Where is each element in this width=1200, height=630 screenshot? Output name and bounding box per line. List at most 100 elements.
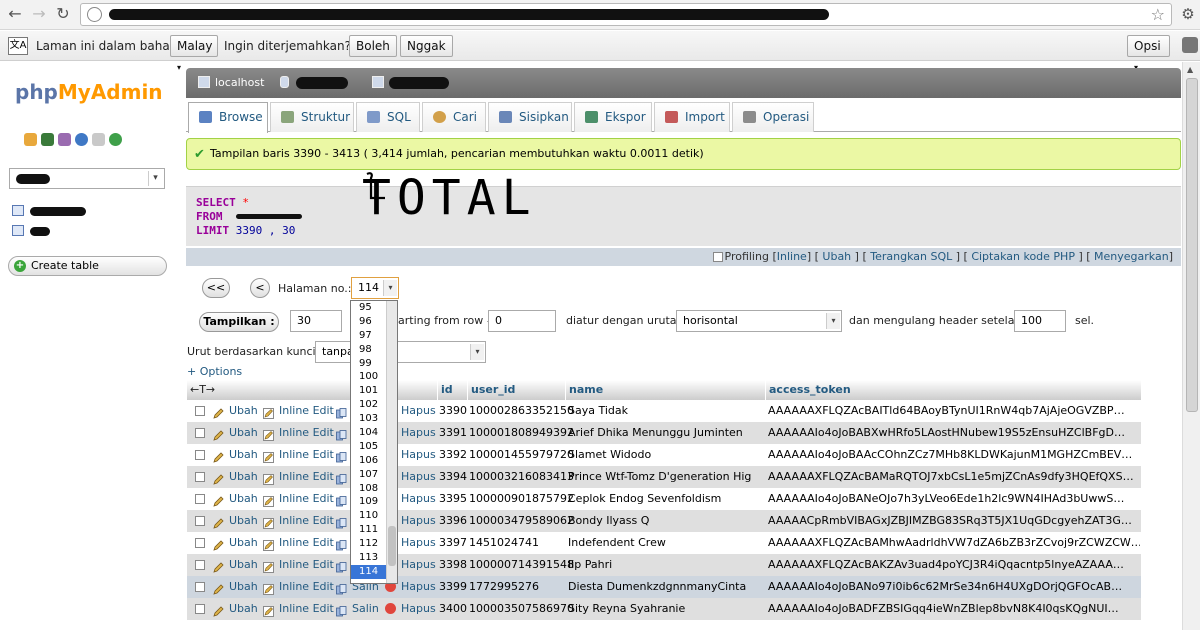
documentation-icon[interactable] [92,133,105,146]
table-row[interactable]: Ubah Inline Edit Salin Hapus 3399 1772995276 D… [187,576,1141,598]
scrollbar-thumb[interactable] [1186,78,1198,412]
reload-nav-icon[interactable] [109,133,122,146]
edit-link[interactable]: Ubah [229,598,258,620]
table-row[interactable]: UbahInline EditSalinHapus33971451024741I… [187,532,1141,554]
tab-import[interactable]: Import [654,102,730,132]
home-icon[interactable] [24,133,37,146]
previous-page-button[interactable]: < [250,278,270,298]
breadcrumb-server[interactable]: localhost [215,76,264,89]
page-number-dropdown[interactable]: 95 96 97 98 99 100 101 102 103 104 105 106 107 108 109… [350,300,398,584]
row-checkbox[interactable] [195,472,205,482]
edit-query-link[interactable]: Ubah [822,250,851,263]
delete-link[interactable]: Hapus [401,532,436,554]
inline-edit-link[interactable]: Inline Edit [279,598,334,620]
row-checkbox[interactable] [195,406,205,416]
redacted-database[interactable] [296,77,348,89]
row-checkbox[interactable] [195,582,205,592]
database-select[interactable]: ▾ [9,168,165,189]
inline-link[interactable]: Inline [777,250,807,263]
create-table-button[interactable]: + Create table [8,256,167,276]
inline-edit-link[interactable]: Inline Edit [279,400,334,422]
tab-cari[interactable]: Cari [422,102,486,132]
explain-sql-link[interactable]: Terangkan SQL [870,250,952,263]
inline-edit-link[interactable]: Inline Edit [279,532,334,554]
options-link[interactable]: + Options [187,365,242,378]
close-icon[interactable] [1182,37,1198,53]
table-row[interactable]: UbahInline EditSalinHapus339810000071439… [187,554,1141,576]
column-header-id[interactable]: id [437,380,467,400]
tab-sql[interactable]: SQL [356,102,420,132]
tab-sisipkan[interactable]: Sisipkan [488,102,572,132]
edit-link[interactable]: Ubah [229,466,258,488]
row-checkbox[interactable] [195,450,205,460]
tab-ekspor[interactable]: Ekspor [574,102,652,132]
language-select[interactable]: Malay ▾ [170,35,218,72]
delete-link[interactable]: Hapus [401,400,436,422]
create-php-link[interactable]: Ciptakan kode PHP [971,250,1075,263]
column-header-user-id[interactable]: user_id [467,380,565,400]
translate-options-button[interactable]: Opsi ▾ [1127,35,1170,72]
inline-edit-link[interactable]: Inline Edit [279,576,334,598]
delete-link[interactable]: Hapus [401,466,436,488]
row-checkbox[interactable] [195,560,205,570]
delete-link[interactable]: Hapus [401,488,436,510]
rows-per-page-input[interactable]: 30 [290,310,342,332]
dropdown-scrollbar[interactable] [386,301,397,583]
bookmark-star-icon[interactable]: ☆ [1151,5,1165,24]
edit-link[interactable]: Ubah [229,576,258,598]
redacted-table[interactable] [389,77,449,89]
back-arrow-icon[interactable]: ← [4,3,26,25]
reload-icon[interactable]: ↻ [52,3,74,25]
table-row[interactable]: UbahInline EditSalinHapus339510000090187… [187,488,1141,510]
scroll-up-icon[interactable]: ▲ [1187,65,1193,74]
tab-browse[interactable]: Browse [188,102,268,133]
row-checkbox[interactable] [195,428,205,438]
query-window-icon[interactable] [58,133,71,146]
delete-link[interactable]: Hapus [401,598,436,620]
row-checkbox[interactable] [195,538,205,548]
refresh-link[interactable]: Menyegarkan [1094,250,1169,263]
wrench-menu-icon[interactable]: ⚙ [1178,3,1198,25]
inline-edit-link[interactable]: Inline Edit [279,444,334,466]
exit-icon[interactable] [41,133,54,146]
edit-link[interactable]: Ubah [229,532,258,554]
order-select[interactable]: horisontal ▾ [676,310,842,332]
edit-link[interactable]: Ubah [229,444,258,466]
table-row[interactable]: UbahInline EditSalinHapus339010000286335… [187,400,1141,422]
translate-yes-button[interactable]: Boleh [349,35,397,57]
tab-operasi[interactable]: Operasi [732,102,814,132]
help-icon[interactable] [75,133,88,146]
starting-row-input[interactable]: 0 [488,310,556,332]
display-button[interactable]: Tampilkan : [199,312,279,332]
profiling-checkbox[interactable] [712,252,723,262]
inline-edit-link[interactable]: Inline Edit [279,554,334,576]
edit-link[interactable]: Ubah [229,510,258,532]
column-header-access-token[interactable]: access_token [765,380,1141,400]
tab-struktur[interactable]: Struktur [270,102,354,132]
page-number-select[interactable]: 114 ▾ [351,277,399,299]
page-scrollbar[interactable]: ▲ [1182,62,1200,630]
column-arrows[interactable]: ←T→ [187,380,437,400]
copy-link[interactable]: Salin [352,598,379,620]
delete-link[interactable]: Hapus [401,554,436,576]
inline-edit-link[interactable]: Inline Edit [279,422,334,444]
delete-link[interactable]: Hapus [401,510,436,532]
table-row[interactable]: UbahInline EditSalinHapus339210000145597… [187,444,1141,466]
table-row[interactable]: UbahInline EditSalinHapus339410000321608… [187,466,1141,488]
inline-edit-link[interactable]: Inline Edit [279,466,334,488]
row-checkbox[interactable] [195,494,205,504]
edit-link[interactable]: Ubah [229,554,258,576]
column-header-name[interactable]: name [565,380,765,400]
scrollbar-thumb[interactable] [388,526,396,566]
table-row[interactable]: Ubah Inline Edit Salin Hapus 3400 10000350758… [187,598,1141,620]
repeat-header-input[interactable]: 100 [1014,310,1066,332]
edit-link[interactable]: Ubah [229,422,258,444]
inline-edit-link[interactable]: Inline Edit [279,488,334,510]
table-row[interactable]: UbahInline EditSalinHapus339110000180894… [187,422,1141,444]
forward-arrow-icon[interactable]: → [28,3,50,25]
first-page-button[interactable]: << [202,278,230,298]
inline-edit-link[interactable]: Inline Edit [279,510,334,532]
table-row[interactable]: UbahInline EditSalinHapus339610000347958… [187,510,1141,532]
translate-no-button[interactable]: Nggak [400,35,453,57]
edit-link[interactable]: Ubah [229,488,258,510]
